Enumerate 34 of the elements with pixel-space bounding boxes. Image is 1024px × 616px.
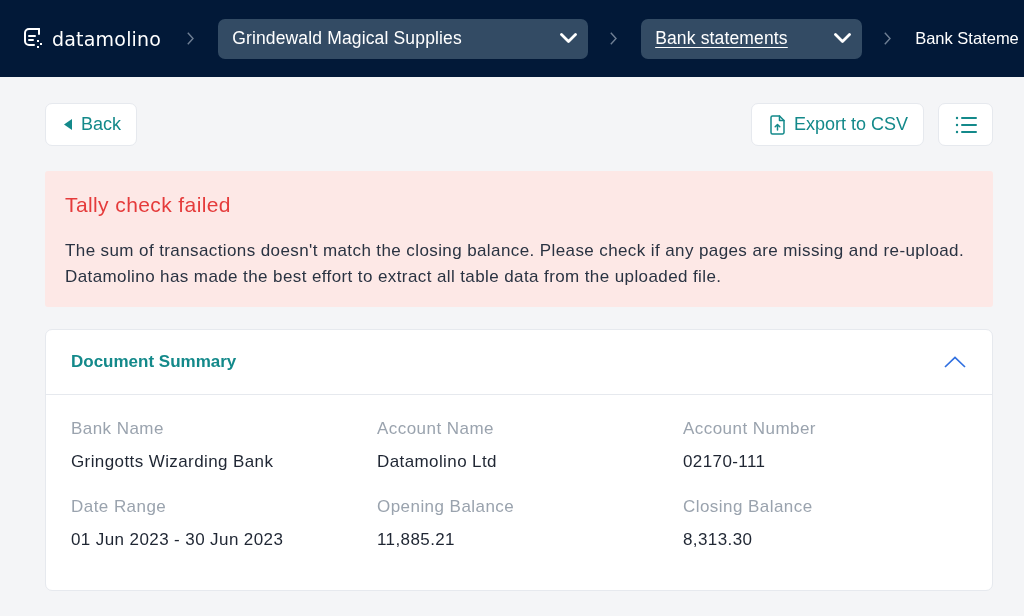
alert-message: Datamolino has made the best effort to extract all table data from the uploaded file. <box>65 266 723 288</box>
field-value: 02170-111 <box>683 452 767 472</box>
field-label: Account Name <box>377 419 495 439</box>
field-value: Gringotts Wizarding Bank <box>71 452 275 472</box>
alert-message: The sum of transactions doesn't match the closing balance. Please check if any pages are missing and re-upload. <box>65 240 966 262</box>
field-value: 11,885.21 <box>377 530 456 550</box>
list-view-button[interactable] <box>938 103 993 146</box>
breadcrumb-current: Bank Stateme <box>915 29 1019 48</box>
logo-icon <box>24 28 45 49</box>
collapse-toggle[interactable] <box>944 356 966 368</box>
field-label: Account Number <box>683 419 817 439</box>
field-value: 8,313.30 <box>683 530 754 550</box>
card-title: Document Summary <box>71 352 237 372</box>
field-label: Date Range <box>71 497 168 517</box>
field-label: Opening Balance <box>377 497 516 517</box>
alert-title: Tally check failed <box>65 193 232 217</box>
chevron-up-icon <box>944 356 966 368</box>
breadcrumb-dropdown[interactable]: Bank statements <box>641 18 863 59</box>
chevron-right-icon <box>187 32 195 45</box>
field-label: Bank Name <box>71 419 165 439</box>
export-button[interactable]: Export to CSV <box>750 103 924 146</box>
breadcrumb-dropdown[interactable]: Grindewald Magical Supplies <box>218 18 589 59</box>
chevron-down-icon <box>834 33 852 44</box>
triangle-left-icon <box>64 119 72 130</box>
list-icon <box>954 115 977 134</box>
field-value: 01 Jun 2023 - 30 Jun 2023 <box>71 530 285 550</box>
field-value: Datamolino Ltd <box>377 452 498 472</box>
chevron-right-icon <box>610 32 618 45</box>
file-upload-icon <box>769 114 785 135</box>
field-label: Closing Balance <box>683 497 814 517</box>
logo-text: datamolino <box>52 27 162 50</box>
chevron-right-icon <box>884 32 892 45</box>
back-button[interactable]: Back <box>45 103 138 146</box>
chevron-down-icon <box>560 33 578 44</box>
